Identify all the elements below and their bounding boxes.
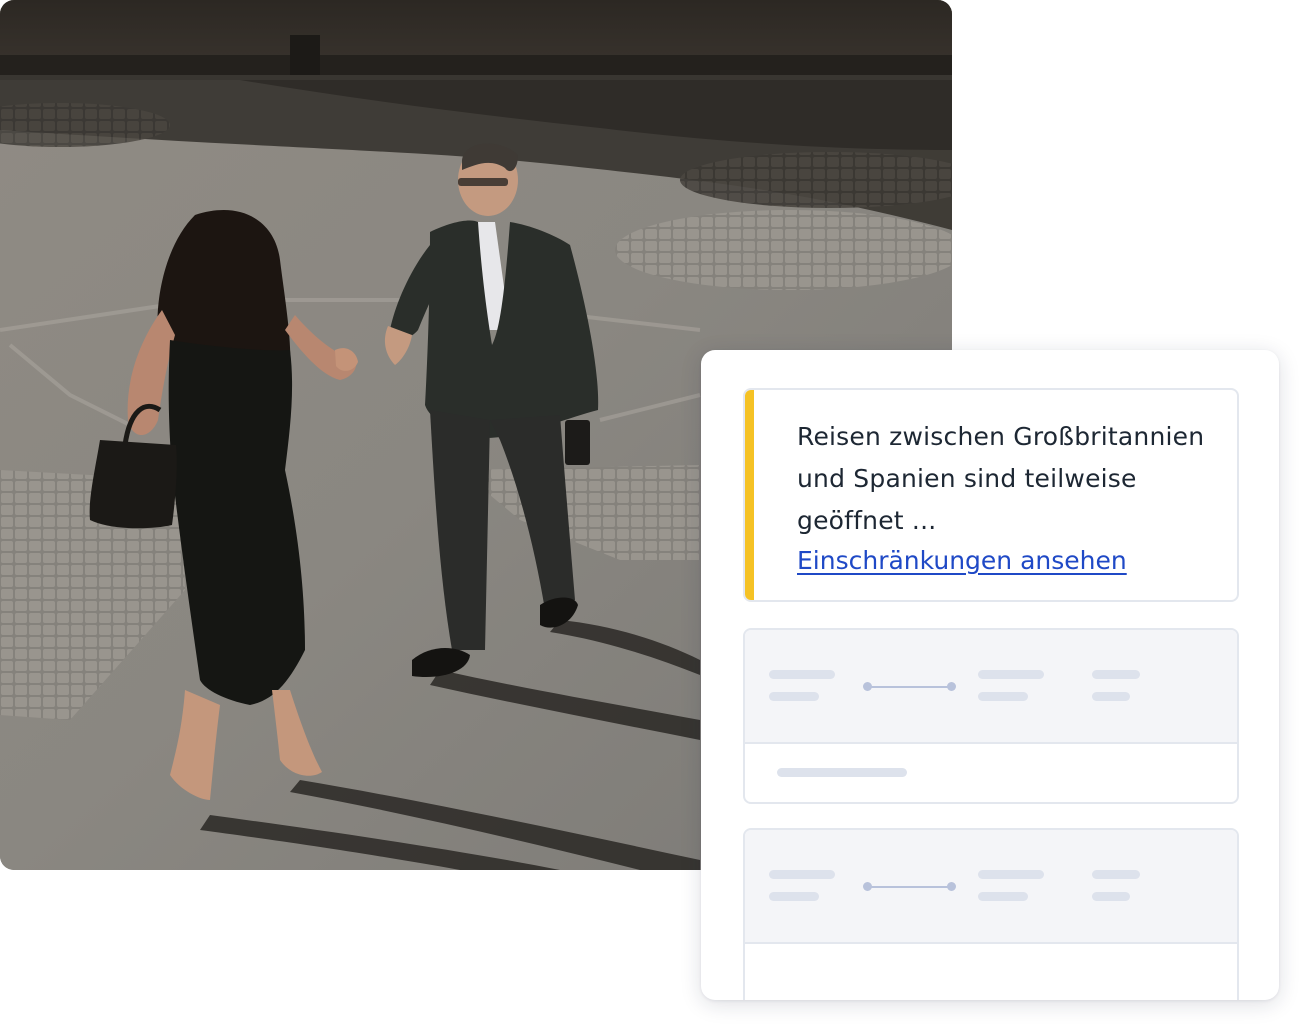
travel-restriction-alert: Reisen zwischen Großbritannien und Spani… (743, 388, 1239, 602)
route-line (869, 686, 949, 688)
placeholder-bar (769, 670, 835, 679)
placeholder-bar (769, 692, 819, 701)
result-placeholder-card[interactable] (743, 828, 1239, 1000)
route-end-dot (947, 682, 956, 691)
stage: Reisen zwischen Großbritannien und Spani… (0, 0, 1309, 1030)
placeholder-bar (769, 870, 835, 879)
placeholder-bar (777, 768, 907, 777)
placeholder-bar (1092, 692, 1130, 701)
placeholder-bar (1092, 892, 1130, 901)
route-line (869, 886, 949, 888)
route-end-dot (947, 882, 956, 891)
result-placeholder-card[interactable] (743, 628, 1239, 804)
cobblestone-patch (615, 210, 952, 290)
placeholder-header (745, 630, 1237, 744)
placeholder-bar (769, 892, 819, 901)
placeholder-bar (978, 892, 1028, 901)
alert-message: Reisen zwischen Großbritannien und Spani… (797, 422, 1205, 535)
placeholder-header (745, 830, 1237, 944)
view-restrictions-link[interactable]: Einschränkungen ansehen (797, 544, 1127, 578)
travel-info-panel: Reisen zwischen Großbritannien und Spani… (701, 350, 1279, 1000)
placeholder-bar (1092, 670, 1140, 679)
placeholder-bar (978, 670, 1044, 679)
placeholder-bar (978, 692, 1028, 701)
placeholder-bar (1092, 870, 1140, 879)
alert-accent-bar (745, 390, 754, 600)
placeholder-bar (978, 870, 1044, 879)
